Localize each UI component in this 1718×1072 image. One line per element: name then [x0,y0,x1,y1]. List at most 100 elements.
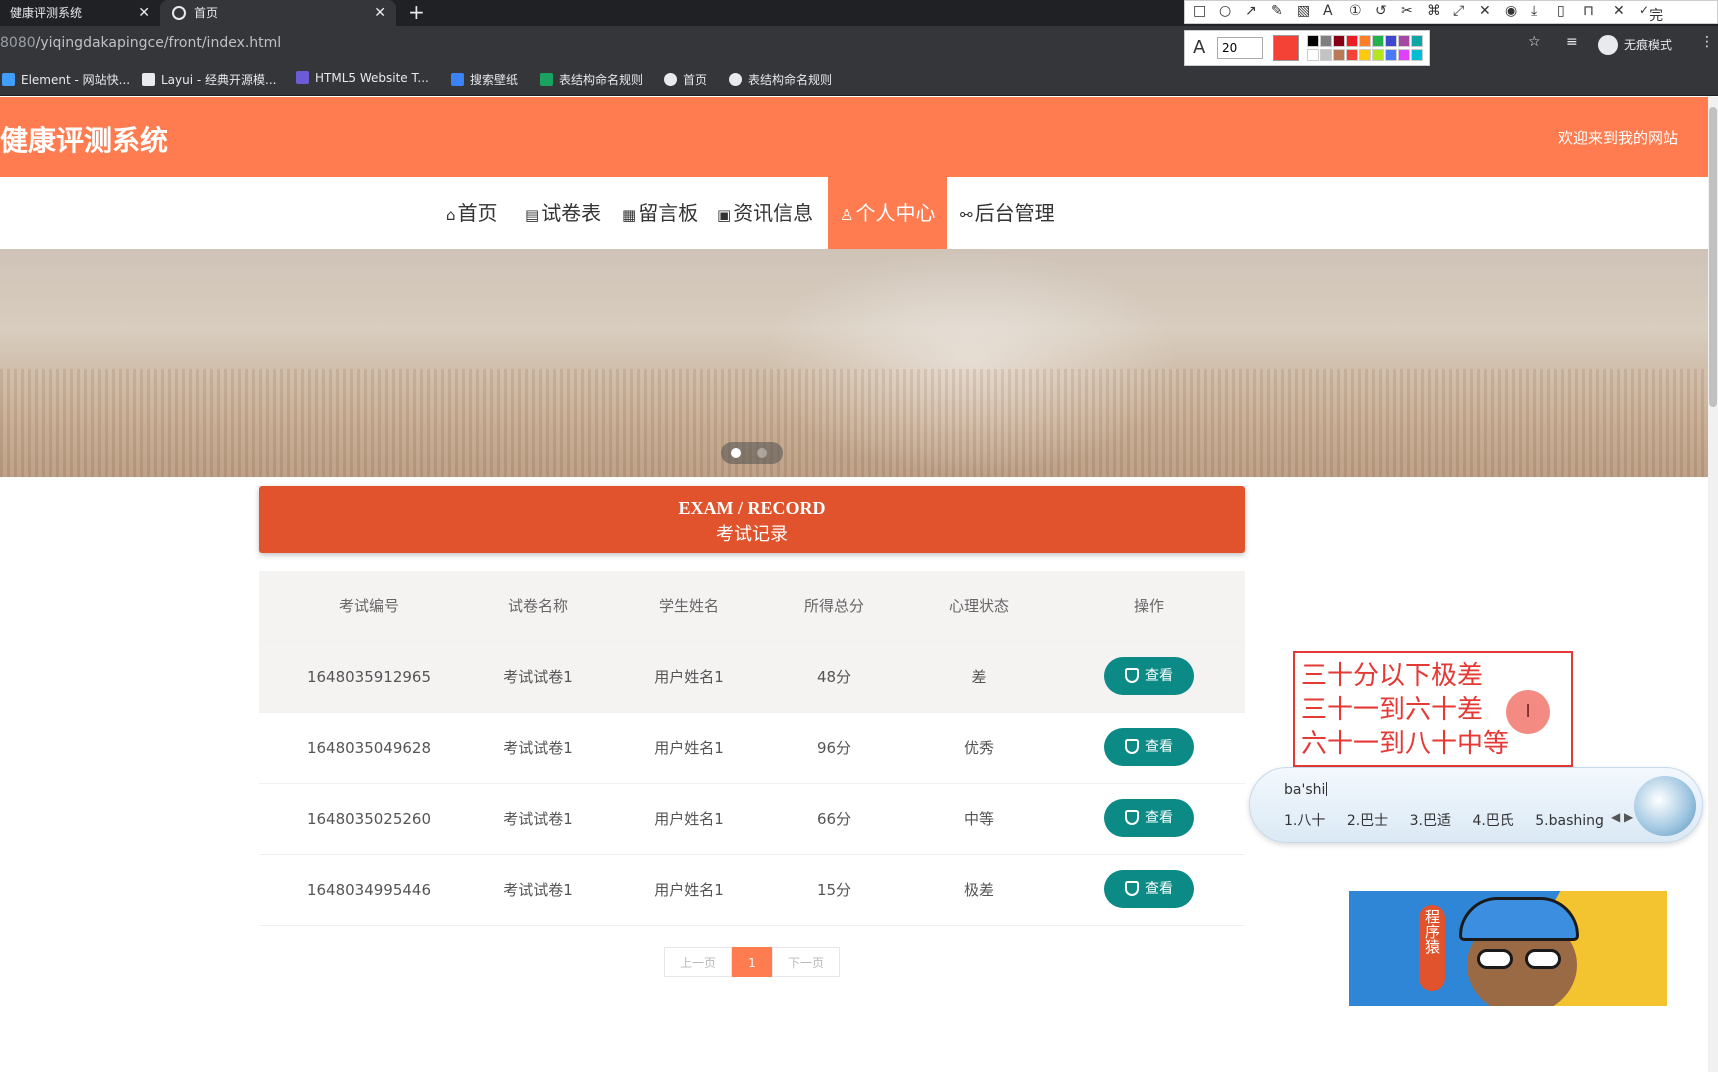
browser-tab-inactive[interactable]: 健康评测系统 ✕ [0,0,160,26]
bookmark-item[interactable]: 搜索壁纸 [451,71,518,88]
font-icon: A [1193,37,1206,58]
scrollbar-thumb[interactable] [1709,107,1717,407]
ime-candidate[interactable]: 1.八十 [1284,813,1325,829]
arrow-tool-icon[interactable]: ↗ [1245,3,1257,19]
ime-candidate[interactable]: 5.bashing [1535,813,1604,829]
url-path: /yiqingdakapingce/front/index.html [35,35,282,51]
nav-personal-center[interactable]: ♙ 个人中心 [828,177,948,249]
browser-tab-active[interactable]: 首页 ✕ [160,0,396,26]
carousel-banner[interactable] [0,249,1708,477]
ime-page-arrows-icon[interactable]: ◀ ▶ [1611,810,1633,824]
ellipse-tool-icon[interactable]: ○ [1219,3,1231,19]
bookmark-item[interactable]: 表结构命名规则 [729,71,832,88]
nav-message-board[interactable]: ▦ 留言板 [622,177,698,249]
translate-icon[interactable]: ⌘ [1427,3,1441,19]
bookmark-icon[interactable]: ⊓ [1583,3,1594,19]
address-bar[interactable]: 8080/yiqingdakapingce/front/index.html ☆… [0,26,1718,62]
mosaic-tool-icon[interactable]: ▧ [1297,3,1310,19]
nav-exam-papers[interactable]: ▤ 试卷表 [525,177,601,249]
bookmark-item[interactable]: 表结构命名规则 [540,71,643,88]
bookmark-item[interactable]: Layui - 经典开源模... [142,71,276,88]
screenshot-text-properties: A 20 [1184,30,1430,66]
download-icon[interactable]: ⤓ [1531,3,1537,19]
cancel-icon[interactable]: ✕ [1613,3,1625,19]
view-button[interactable]: 查看 [1104,869,1194,908]
undo-icon[interactable]: ↺ [1375,3,1387,19]
nav-admin[interactable]: ⚯ 后台管理 [960,177,1055,249]
color-swatch[interactable] [1385,35,1397,47]
globe-icon [172,6,186,20]
ime-candidate[interactable]: 4.巴氏 [1472,813,1513,829]
reading-list-icon[interactable]: ≡ [1566,34,1578,50]
font-size-select[interactable]: 20 [1217,37,1263,59]
nav-label: 首页 [457,201,498,225]
welcome-text: 欢迎来到我的网站 [1557,129,1678,147]
ime-skin-decoration [1634,776,1696,836]
tab-title: 首页 [194,6,219,20]
bookmark-item[interactable]: 首页 [664,71,707,88]
pen-tool-icon[interactable]: ✎ [1271,3,1283,19]
prev-page-button[interactable]: 上一页 [664,947,732,977]
phone-icon[interactable]: ▯ [1557,3,1565,19]
pin-icon[interactable]: ✕ [1479,3,1491,19]
color-swatch[interactable] [1320,35,1332,47]
bookmark-item[interactable]: HTML5 Website T... [296,71,429,85]
color-swatch[interactable] [1307,35,1319,47]
color-swatch[interactable] [1333,35,1345,47]
number-tool-icon[interactable]: ① [1349,3,1362,19]
nav-news[interactable]: ▣ 资讯信息 [717,177,813,249]
color-swatch[interactable] [1411,49,1423,61]
new-tab-button[interactable]: + [408,0,425,24]
carousel-dot[interactable] [757,448,767,458]
view-button[interactable]: 查看 [1104,727,1194,766]
expand-icon[interactable]: ⤢ [1453,3,1464,19]
page-scrollbar[interactable] [1708,97,1718,1072]
close-tab-icon[interactable]: ✕ [138,0,150,26]
carousel-dot-active[interactable] [731,448,741,458]
color-swatch[interactable] [1333,49,1345,61]
color-swatch[interactable] [1359,35,1371,47]
current-page-button[interactable]: 1 [732,947,772,977]
bookmark-label: 搜索壁纸 [470,73,519,87]
nav-home[interactable]: ⌂ 首页 [446,177,498,249]
mental-state-cell: 优秀 [963,739,994,757]
ime-input: ba'shi [1284,782,1326,798]
bookmark-item[interactable]: Element - 网站快... [2,71,130,88]
color-swatch[interactable] [1372,49,1384,61]
color-swatch[interactable] [1307,49,1319,61]
exam-record-table: 考试编号 试卷名称 学生姓名 所得总分 心理状态 操作 164803591296… [259,571,1245,926]
view-label: 查看 [1145,738,1173,755]
color-swatch[interactable] [1346,35,1358,47]
menu-icon[interactable]: ⋮ [1700,34,1714,50]
url-text[interactable]: 8080/yiqingdakapingce/front/index.html [0,35,281,51]
color-swatch[interactable] [1359,49,1371,61]
color-swatch[interactable] [1372,35,1384,47]
exam-id-cell: 1648035049628 [306,739,432,757]
text-tool-icon[interactable]: A [1323,3,1333,19]
ime-candidate[interactable]: 3.巴适 [1410,813,1451,829]
color-swatch[interactable] [1398,49,1410,61]
rectangle-tool-icon[interactable]: □ [1193,3,1206,19]
star-icon[interactable]: ☆ [1528,34,1541,50]
glasses-icon [1477,949,1567,971]
color-swatch[interactable] [1385,49,1397,61]
current-color-swatch[interactable] [1273,35,1299,61]
color-swatch[interactable] [1346,49,1358,61]
close-tab-icon[interactable]: ✕ [374,0,386,26]
view-button[interactable]: 查看 [1104,798,1194,837]
next-page-button[interactable]: 下一页 [772,947,840,977]
crop-icon[interactable]: ✂ [1401,3,1413,19]
paper-name-cell: 考试试卷1 [503,739,573,757]
table-row: 1648035025260 考试试卷1 用户姓名1 66分 中等 查看 [259,784,1245,855]
color-swatch[interactable] [1398,35,1410,47]
color-swatch[interactable] [1320,49,1332,61]
nav-label: 试卷表 [541,201,602,225]
mental-state-cell: 中等 [963,810,994,828]
record-icon[interactable]: ◉ [1505,3,1517,19]
mental-state-cell: 极差 [963,881,994,899]
done-button[interactable]: ✓ 完成 [1639,3,1663,44]
view-button[interactable]: 查看 [1104,656,1194,695]
ime-candidate[interactable]: 2.巴士 [1347,813,1388,829]
column-header: 操作 [1133,597,1164,615]
color-swatch[interactable] [1411,35,1423,47]
